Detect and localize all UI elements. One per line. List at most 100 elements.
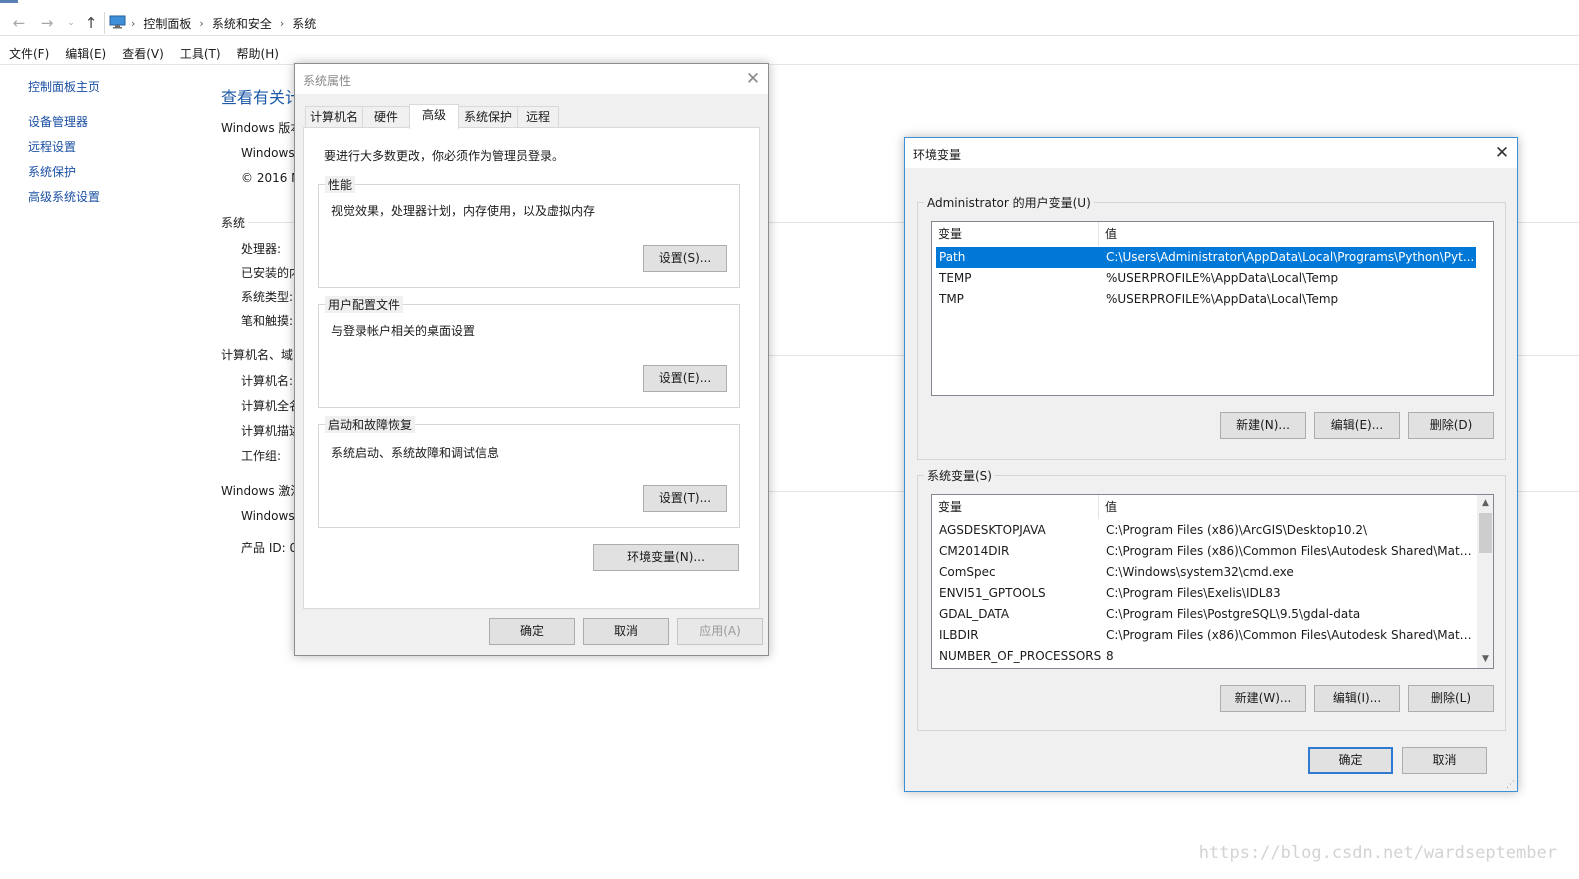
user-profiles-group: 用户配置文件 与登录帐户相关的桌面设置 设置(E)... xyxy=(318,296,740,408)
group-description: 视觉效果，处理器计划，内存使用，以及虚拟内存 xyxy=(331,204,596,218)
chevron-up-icon[interactable]: ▲ xyxy=(1477,495,1493,512)
computer-row-name: 计算机名: xyxy=(241,374,294,388)
list-item[interactable]: AGSDESKTOPJAVA C:\Program Files (x86)\Ar… xyxy=(936,520,1476,541)
list-item[interactable]: Path C:\Users\Administrator\AppData\Loca… xyxy=(936,247,1476,268)
page-title: 查看有关计 xyxy=(221,88,302,107)
edition-line-2: © 2016 M xyxy=(241,171,302,185)
ok-button[interactable]: 确定 xyxy=(1308,747,1393,774)
column-header-variable[interactable]: 变量 xyxy=(932,222,1099,246)
windows-edition-heading: Windows 版本 xyxy=(221,121,303,135)
startup-recovery-group: 启动和故障恢复 系统启动、系统故障和调试信息 设置(T)... xyxy=(318,416,740,528)
list-header: 变量 值 xyxy=(932,222,1493,246)
system-row-processor: 处理器: xyxy=(241,242,282,256)
chevron-right-icon[interactable]: › xyxy=(131,17,135,30)
nav-device-manager[interactable]: 设备管理器 xyxy=(28,113,208,138)
apply-button[interactable]: 应用(A) xyxy=(677,618,763,645)
group-title: Administrator 的用户变量(U) xyxy=(924,194,1094,211)
system-delete-button[interactable]: 删除(L) xyxy=(1408,685,1494,712)
nav-system-protection[interactable]: 系统保护 xyxy=(28,163,208,188)
menu-tools[interactable]: 工具(T) xyxy=(171,42,228,64)
watermark: https://blog.csdn.net/wardseptember xyxy=(1198,843,1557,863)
list-item[interactable]: TEMP %USERPROFILE%\AppData\Local\Temp xyxy=(936,268,1476,289)
system-row-type: 系统类型: xyxy=(241,290,294,304)
system-new-button[interactable]: 新建(W)... xyxy=(1220,685,1306,712)
list-item[interactable]: TMP %USERPROFILE%\AppData\Local\Temp xyxy=(936,289,1476,310)
list-item[interactable]: NUMBER_OF_PROCESSORS 8 xyxy=(936,646,1476,667)
breadcrumb-item-control-panel[interactable]: 控制面板 xyxy=(143,15,191,32)
user-edit-button[interactable]: 编辑(E)... xyxy=(1314,412,1400,439)
menu-bar: 文件(F) 编辑(E) 查看(V) 工具(T) 帮助(H) xyxy=(0,42,1579,64)
tab-advanced[interactable]: 高级 xyxy=(409,104,459,129)
list-item[interactable]: GDAL_DATA C:\Program Files\PostgreSQL\9.… xyxy=(936,604,1476,625)
nav-advanced-system-settings[interactable]: 高级系统设置 xyxy=(28,188,208,213)
nav-remote-settings[interactable]: 远程设置 xyxy=(28,138,208,163)
list-item[interactable]: CM2014DIR C:\Program Files (x86)\Common … xyxy=(936,541,1476,562)
close-icon[interactable]: ✕ xyxy=(738,64,768,94)
variable-value: %USERPROFILE%\AppData\Local\Temp xyxy=(1106,292,1339,306)
tab-remote[interactable]: 远程 xyxy=(517,106,559,128)
forward-arrow-icon[interactable]: → xyxy=(38,14,56,32)
tab-hardware[interactable]: 硬件 xyxy=(362,106,410,128)
nav-control-panel-home[interactable]: 控制面板主页 xyxy=(28,78,208,96)
scrollbar-thumb[interactable] xyxy=(1479,513,1492,553)
variable-name: ILBDIR xyxy=(939,628,979,642)
user-variables-list[interactable]: 变量 值 Path C:\Users\Administrator\AppData… xyxy=(931,221,1494,396)
activation-line: Windows xyxy=(241,509,295,523)
chevron-right-icon[interactable]: › xyxy=(280,17,284,30)
tab-system-protection[interactable]: 系统保护 xyxy=(458,106,518,128)
breadcrumb-item-system-security[interactable]: 系统和安全 xyxy=(212,15,272,32)
column-header-value[interactable]: 值 xyxy=(1099,222,1493,246)
performance-settings-button[interactable]: 设置(S)... xyxy=(643,245,727,272)
resize-grip-icon[interactable]: ⋰ xyxy=(1506,780,1516,790)
tab-strip: 计算机名 硬件 高级 系统保护 远程 xyxy=(303,104,763,129)
up-arrow-icon[interactable]: ↑ xyxy=(82,14,100,32)
system-heading: 系统 xyxy=(221,216,246,230)
column-header-value[interactable]: 值 xyxy=(1099,495,1477,519)
user-profiles-settings-button[interactable]: 设置(E)... xyxy=(643,365,727,392)
menu-view[interactable]: 查看(V) xyxy=(113,42,171,64)
chevron-right-icon[interactable]: › xyxy=(199,17,203,30)
ok-button[interactable]: 确定 xyxy=(489,618,575,645)
system-properties-dialog: 系统属性 ✕ 计算机名 硬件 高级 系统保护 远程 要进行大多数更改，你必须作为… xyxy=(294,63,769,656)
environment-variables-dialog: 环境变量 ✕ Administrator 的用户变量(U) 变量 值 Path … xyxy=(904,137,1518,792)
list-item[interactable]: ILBDIR C:\Program Files (x86)\Common Fil… xyxy=(936,625,1476,646)
variable-name: AGSDESKTOPJAVA xyxy=(939,523,1046,537)
variable-name: GDAL_DATA xyxy=(939,607,1010,621)
variable-value: C:\Program Files (x86)\Common Files\Auto… xyxy=(1106,544,1476,558)
tab-computer-name[interactable]: 计算机名 xyxy=(305,106,363,128)
system-edit-button[interactable]: 编辑(I)... xyxy=(1314,685,1400,712)
breadcrumb-item-system[interactable]: 系统 xyxy=(292,15,316,32)
column-header-variable[interactable]: 变量 xyxy=(932,495,1099,519)
variable-value: C:\Program Files\PostgreSQL\9.5\gdal-dat… xyxy=(1106,607,1361,621)
recent-dropdown-icon[interactable]: ⌄ xyxy=(62,14,80,32)
variable-value: 8 xyxy=(1106,649,1114,663)
left-nav: 控制面板主页 设备管理器 远程设置 系统保护 高级系统设置 xyxy=(28,78,208,213)
window-icon xyxy=(0,0,18,3)
close-icon[interactable]: ✕ xyxy=(1487,138,1517,168)
user-delete-button[interactable]: 删除(D) xyxy=(1408,412,1494,439)
chevron-down-icon[interactable]: ▼ xyxy=(1477,651,1493,668)
list-item[interactable]: ENVI51_GPTOOLS C:\Program Files\Exelis\I… xyxy=(936,583,1476,604)
variable-value: C:\Windows\system32\cmd.exe xyxy=(1106,565,1294,579)
menu-edit[interactable]: 编辑(E) xyxy=(56,42,113,64)
dialog-title: 系统属性 xyxy=(295,64,768,94)
cancel-button[interactable]: 取消 xyxy=(1402,747,1487,774)
startup-recovery-settings-button[interactable]: 设置(T)... xyxy=(643,485,727,512)
variable-name: ComSpec xyxy=(939,565,996,579)
cancel-button[interactable]: 取消 xyxy=(583,618,669,645)
menu-file[interactable]: 文件(F) xyxy=(0,42,56,64)
list-item[interactable]: ComSpec C:\Windows\system32\cmd.exe xyxy=(936,562,1476,583)
environment-variables-button[interactable]: 环境变量(N)... xyxy=(593,544,739,571)
system-variables-group: 系统变量(S) 变量 值 AGSDESKTOPJAVA C:\Program F… xyxy=(917,467,1506,731)
group-description: 与登录帐户相关的桌面设置 xyxy=(331,324,476,338)
vertical-scrollbar[interactable]: ▲ ▼ xyxy=(1477,495,1493,668)
computer-row-description: 计算机描述 xyxy=(241,424,302,438)
variable-value: %USERPROFILE%\AppData\Local\Temp xyxy=(1106,271,1339,285)
system-variables-list[interactable]: 变量 值 AGSDESKTOPJAVA C:\Program Files (x8… xyxy=(931,494,1494,669)
group-title: 系统变量(S) xyxy=(924,467,995,484)
back-arrow-icon[interactable]: ← xyxy=(10,14,28,32)
menu-help[interactable]: 帮助(H) xyxy=(228,42,286,64)
variable-name: ENVI51_GPTOOLS xyxy=(939,586,1046,600)
user-new-button[interactable]: 新建(N)... xyxy=(1220,412,1306,439)
address-bar[interactable]: › 控制面板 › 系统和安全 › 系统 xyxy=(104,12,1579,34)
